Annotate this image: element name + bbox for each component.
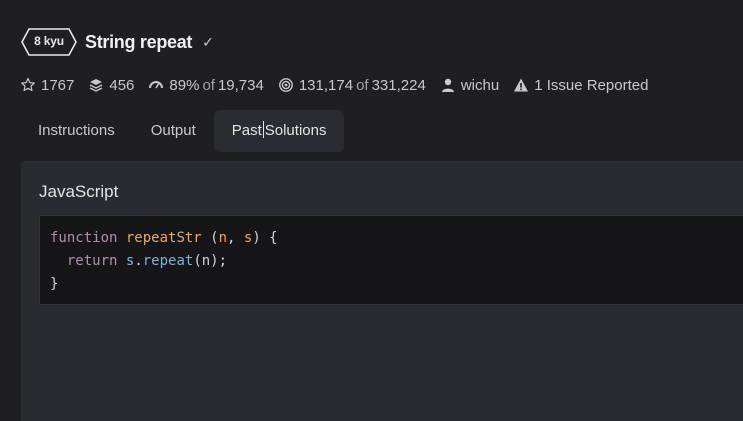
author-stat[interactable]: wichu — [440, 77, 499, 94]
satisfaction-pct: 89% — [169, 76, 200, 94]
code-line: function repeatStr (n, s) { — [50, 227, 743, 250]
code-token: ) { — [252, 230, 278, 246]
check-icon: ✓ — [202, 33, 214, 50]
completion-stat: 131,174 of 331,224 — [278, 77, 426, 94]
code-token: repeat — [142, 253, 194, 269]
code-token: function — [50, 230, 118, 246]
kata-title[interactable]: String repeat — [85, 32, 192, 53]
code-token: } — [50, 276, 59, 292]
kata-header: 8 kyu String repeat ✓ — [21, 27, 214, 57]
tab-past-solutions[interactable]: Past Solutions — [213, 110, 345, 152]
code-token: repeatStr — [125, 230, 202, 246]
stars-stat[interactable]: 1767 — [20, 77, 74, 94]
completed-count: 131,174 — [298, 76, 354, 94]
code-token: ( — [201, 230, 219, 246]
satisfaction-stat: 89% of 19,734 — [148, 76, 264, 94]
code-line: return s.repeat(n); — [50, 250, 743, 273]
user-icon — [441, 78, 454, 92]
stars-count: 1767 — [41, 76, 75, 94]
kata-tabs: Instructions Output Past Solutions — [20, 110, 345, 152]
text-cursor — [262, 121, 264, 139]
collections-stat[interactable]: 456 — [88, 77, 134, 94]
collections-count: 456 — [109, 76, 135, 94]
satisfaction-of: of — [202, 76, 215, 94]
issues-stat[interactable]: 1 Issue Reported — [513, 77, 648, 94]
kata-stats: 1767 456 89% of 19,734 131,174 of 331,22… — [20, 74, 662, 96]
completed-of: of — [356, 76, 369, 94]
tab-label-part: Past — [231, 122, 262, 139]
attempted-count: 331,224 — [371, 76, 426, 94]
star-icon — [21, 77, 35, 92]
rank-badge: 8 kyu — [21, 27, 77, 57]
rank-label: 8 kyu — [34, 34, 64, 48]
gauge-icon — [149, 81, 164, 89]
solution-code-block[interactable]: function repeatStr (n, s) { return s.rep… — [39, 215, 743, 305]
tab-label-part: Solutions — [264, 122, 327, 139]
code-token: return — [66, 253, 118, 269]
issues-label: 1 Issue Reported — [534, 76, 649, 94]
tab-instructions[interactable]: Instructions — [20, 110, 133, 152]
past-solutions-panel: JavaScript function repeatStr (n, s) { r… — [21, 161, 743, 421]
code-token: . — [134, 253, 143, 269]
warning-icon — [514, 78, 529, 92]
code-token: , — [227, 230, 244, 246]
tab-output[interactable]: Output — [133, 110, 214, 152]
code-token: (n); — [193, 253, 228, 269]
satisfaction-votes: 19,734 — [217, 76, 264, 94]
code-token: n — [218, 230, 228, 246]
code-line: } — [50, 273, 743, 296]
target-icon — [278, 78, 293, 92]
layers-icon — [90, 79, 103, 92]
author-name: wichu — [460, 76, 500, 94]
solution-language: JavaScript — [39, 182, 119, 201]
